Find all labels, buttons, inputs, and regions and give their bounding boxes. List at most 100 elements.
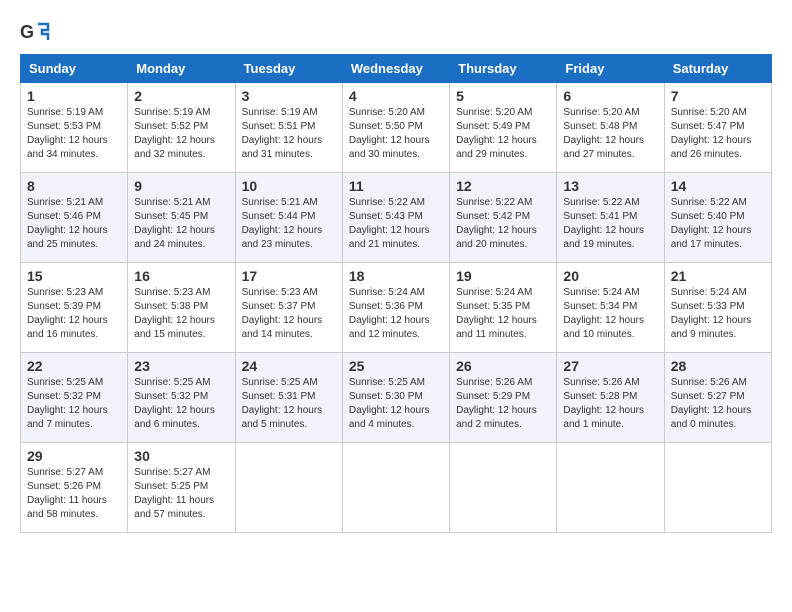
daylight-label: Daylight: 12 hours and 0 minutes. <box>671 405 752 430</box>
sunrise-label: Sunrise: 5:25 AM <box>134 377 210 388</box>
day-number: 26 <box>456 358 550 374</box>
sunset-label: Sunset: 5:29 PM <box>456 391 530 402</box>
sunrise-label: Sunrise: 5:25 AM <box>242 377 318 388</box>
sunset-label: Sunset: 5:52 PM <box>134 121 208 132</box>
day-info: Sunrise: 5:26 AM Sunset: 5:27 PM Dayligh… <box>671 376 765 432</box>
day-info: Sunrise: 5:20 AM Sunset: 5:48 PM Dayligh… <box>563 106 657 162</box>
calendar-cell: 6 Sunrise: 5:20 AM Sunset: 5:48 PM Dayli… <box>557 83 664 173</box>
calendar-cell: 29 Sunrise: 5:27 AM Sunset: 5:26 PM Dayl… <box>21 443 128 533</box>
daylight-label: Daylight: 12 hours and 19 minutes. <box>563 225 644 250</box>
daylight-label: Daylight: 12 hours and 31 minutes. <box>242 135 323 160</box>
daylight-label: Daylight: 12 hours and 32 minutes. <box>134 135 215 160</box>
daylight-label: Daylight: 12 hours and 7 minutes. <box>27 405 108 430</box>
day-info: Sunrise: 5:24 AM Sunset: 5:35 PM Dayligh… <box>456 286 550 342</box>
calendar-cell <box>450 443 557 533</box>
day-number: 8 <box>27 178 121 194</box>
calendar-cell: 14 Sunrise: 5:22 AM Sunset: 5:40 PM Dayl… <box>664 173 771 263</box>
calendar-cell: 21 Sunrise: 5:24 AM Sunset: 5:33 PM Dayl… <box>664 263 771 353</box>
daylight-label: Daylight: 12 hours and 16 minutes. <box>27 315 108 340</box>
calendar-cell: 1 Sunrise: 5:19 AM Sunset: 5:53 PM Dayli… <box>21 83 128 173</box>
calendar-cell: 20 Sunrise: 5:24 AM Sunset: 5:34 PM Dayl… <box>557 263 664 353</box>
calendar-cell: 16 Sunrise: 5:23 AM Sunset: 5:38 PM Dayl… <box>128 263 235 353</box>
calendar-week-row: 15 Sunrise: 5:23 AM Sunset: 5:39 PM Dayl… <box>21 263 772 353</box>
daylight-label: Daylight: 12 hours and 29 minutes. <box>456 135 537 160</box>
day-number: 11 <box>349 178 443 194</box>
weekday-header-saturday: Saturday <box>664 55 771 83</box>
weekday-header-sunday: Sunday <box>21 55 128 83</box>
day-number: 5 <box>456 88 550 104</box>
daylight-label: Daylight: 12 hours and 12 minutes. <box>349 315 430 340</box>
daylight-label: Daylight: 12 hours and 23 minutes. <box>242 225 323 250</box>
calendar-week-row: 29 Sunrise: 5:27 AM Sunset: 5:26 PM Dayl… <box>21 443 772 533</box>
daylight-label: Daylight: 12 hours and 4 minutes. <box>349 405 430 430</box>
sunrise-label: Sunrise: 5:24 AM <box>563 287 639 298</box>
daylight-label: Daylight: 12 hours and 6 minutes. <box>134 405 215 430</box>
day-info: Sunrise: 5:25 AM Sunset: 5:32 PM Dayligh… <box>27 376 121 432</box>
day-number: 21 <box>671 268 765 284</box>
day-number: 16 <box>134 268 228 284</box>
daylight-label: Daylight: 12 hours and 21 minutes. <box>349 225 430 250</box>
sunrise-label: Sunrise: 5:27 AM <box>134 467 210 478</box>
calendar-cell: 9 Sunrise: 5:21 AM Sunset: 5:45 PM Dayli… <box>128 173 235 263</box>
day-info: Sunrise: 5:21 AM Sunset: 5:44 PM Dayligh… <box>242 196 336 252</box>
sunset-label: Sunset: 5:41 PM <box>563 211 637 222</box>
sunrise-label: Sunrise: 5:19 AM <box>242 107 318 118</box>
sunset-label: Sunset: 5:27 PM <box>671 391 745 402</box>
daylight-label: Daylight: 11 hours and 58 minutes. <box>27 495 107 520</box>
daylight-label: Daylight: 11 hours and 57 minutes. <box>134 495 214 520</box>
calendar-table: SundayMondayTuesdayWednesdayThursdayFrid… <box>20 54 772 533</box>
sunrise-label: Sunrise: 5:26 AM <box>456 377 532 388</box>
sunset-label: Sunset: 5:42 PM <box>456 211 530 222</box>
sunset-label: Sunset: 5:50 PM <box>349 121 423 132</box>
sunset-label: Sunset: 5:45 PM <box>134 211 208 222</box>
calendar-cell: 2 Sunrise: 5:19 AM Sunset: 5:52 PM Dayli… <box>128 83 235 173</box>
day-number: 7 <box>671 88 765 104</box>
day-info: Sunrise: 5:23 AM Sunset: 5:37 PM Dayligh… <box>242 286 336 342</box>
calendar-cell: 3 Sunrise: 5:19 AM Sunset: 5:51 PM Dayli… <box>235 83 342 173</box>
daylight-label: Daylight: 12 hours and 1 minute. <box>563 405 644 430</box>
day-info: Sunrise: 5:24 AM Sunset: 5:36 PM Dayligh… <box>349 286 443 342</box>
day-number: 12 <box>456 178 550 194</box>
day-info: Sunrise: 5:21 AM Sunset: 5:45 PM Dayligh… <box>134 196 228 252</box>
sunrise-label: Sunrise: 5:23 AM <box>242 287 318 298</box>
day-number: 10 <box>242 178 336 194</box>
sunset-label: Sunset: 5:36 PM <box>349 301 423 312</box>
day-info: Sunrise: 5:19 AM Sunset: 5:53 PM Dayligh… <box>27 106 121 162</box>
weekday-header-row: SundayMondayTuesdayWednesdayThursdayFrid… <box>21 55 772 83</box>
sunset-label: Sunset: 5:28 PM <box>563 391 637 402</box>
page-header: G <box>20 20 772 44</box>
weekday-header-wednesday: Wednesday <box>342 55 449 83</box>
day-info: Sunrise: 5:24 AM Sunset: 5:33 PM Dayligh… <box>671 286 765 342</box>
sunrise-label: Sunrise: 5:24 AM <box>349 287 425 298</box>
sunrise-label: Sunrise: 5:23 AM <box>134 287 210 298</box>
sunset-label: Sunset: 5:49 PM <box>456 121 530 132</box>
day-number: 1 <box>27 88 121 104</box>
sunset-label: Sunset: 5:47 PM <box>671 121 745 132</box>
day-info: Sunrise: 5:20 AM Sunset: 5:47 PM Dayligh… <box>671 106 765 162</box>
svg-text:G: G <box>20 22 34 42</box>
day-info: Sunrise: 5:22 AM Sunset: 5:42 PM Dayligh… <box>456 196 550 252</box>
daylight-label: Daylight: 12 hours and 2 minutes. <box>456 405 537 430</box>
daylight-label: Daylight: 12 hours and 34 minutes. <box>27 135 108 160</box>
calendar-cell: 13 Sunrise: 5:22 AM Sunset: 5:41 PM Dayl… <box>557 173 664 263</box>
sunrise-label: Sunrise: 5:21 AM <box>242 197 318 208</box>
day-info: Sunrise: 5:25 AM Sunset: 5:30 PM Dayligh… <box>349 376 443 432</box>
day-info: Sunrise: 5:22 AM Sunset: 5:40 PM Dayligh… <box>671 196 765 252</box>
day-number: 29 <box>27 448 121 464</box>
calendar-week-row: 8 Sunrise: 5:21 AM Sunset: 5:46 PM Dayli… <box>21 173 772 263</box>
daylight-label: Daylight: 12 hours and 9 minutes. <box>671 315 752 340</box>
calendar-cell: 8 Sunrise: 5:21 AM Sunset: 5:46 PM Dayli… <box>21 173 128 263</box>
day-info: Sunrise: 5:25 AM Sunset: 5:31 PM Dayligh… <box>242 376 336 432</box>
day-number: 4 <box>349 88 443 104</box>
sunset-label: Sunset: 5:37 PM <box>242 301 316 312</box>
day-info: Sunrise: 5:19 AM Sunset: 5:51 PM Dayligh… <box>242 106 336 162</box>
sunset-label: Sunset: 5:30 PM <box>349 391 423 402</box>
sunrise-label: Sunrise: 5:25 AM <box>349 377 425 388</box>
sunset-label: Sunset: 5:32 PM <box>27 391 101 402</box>
calendar-cell: 19 Sunrise: 5:24 AM Sunset: 5:35 PM Dayl… <box>450 263 557 353</box>
day-info: Sunrise: 5:20 AM Sunset: 5:50 PM Dayligh… <box>349 106 443 162</box>
calendar-cell <box>342 443 449 533</box>
calendar-cell: 17 Sunrise: 5:23 AM Sunset: 5:37 PM Dayl… <box>235 263 342 353</box>
weekday-header-thursday: Thursday <box>450 55 557 83</box>
weekday-header-tuesday: Tuesday <box>235 55 342 83</box>
